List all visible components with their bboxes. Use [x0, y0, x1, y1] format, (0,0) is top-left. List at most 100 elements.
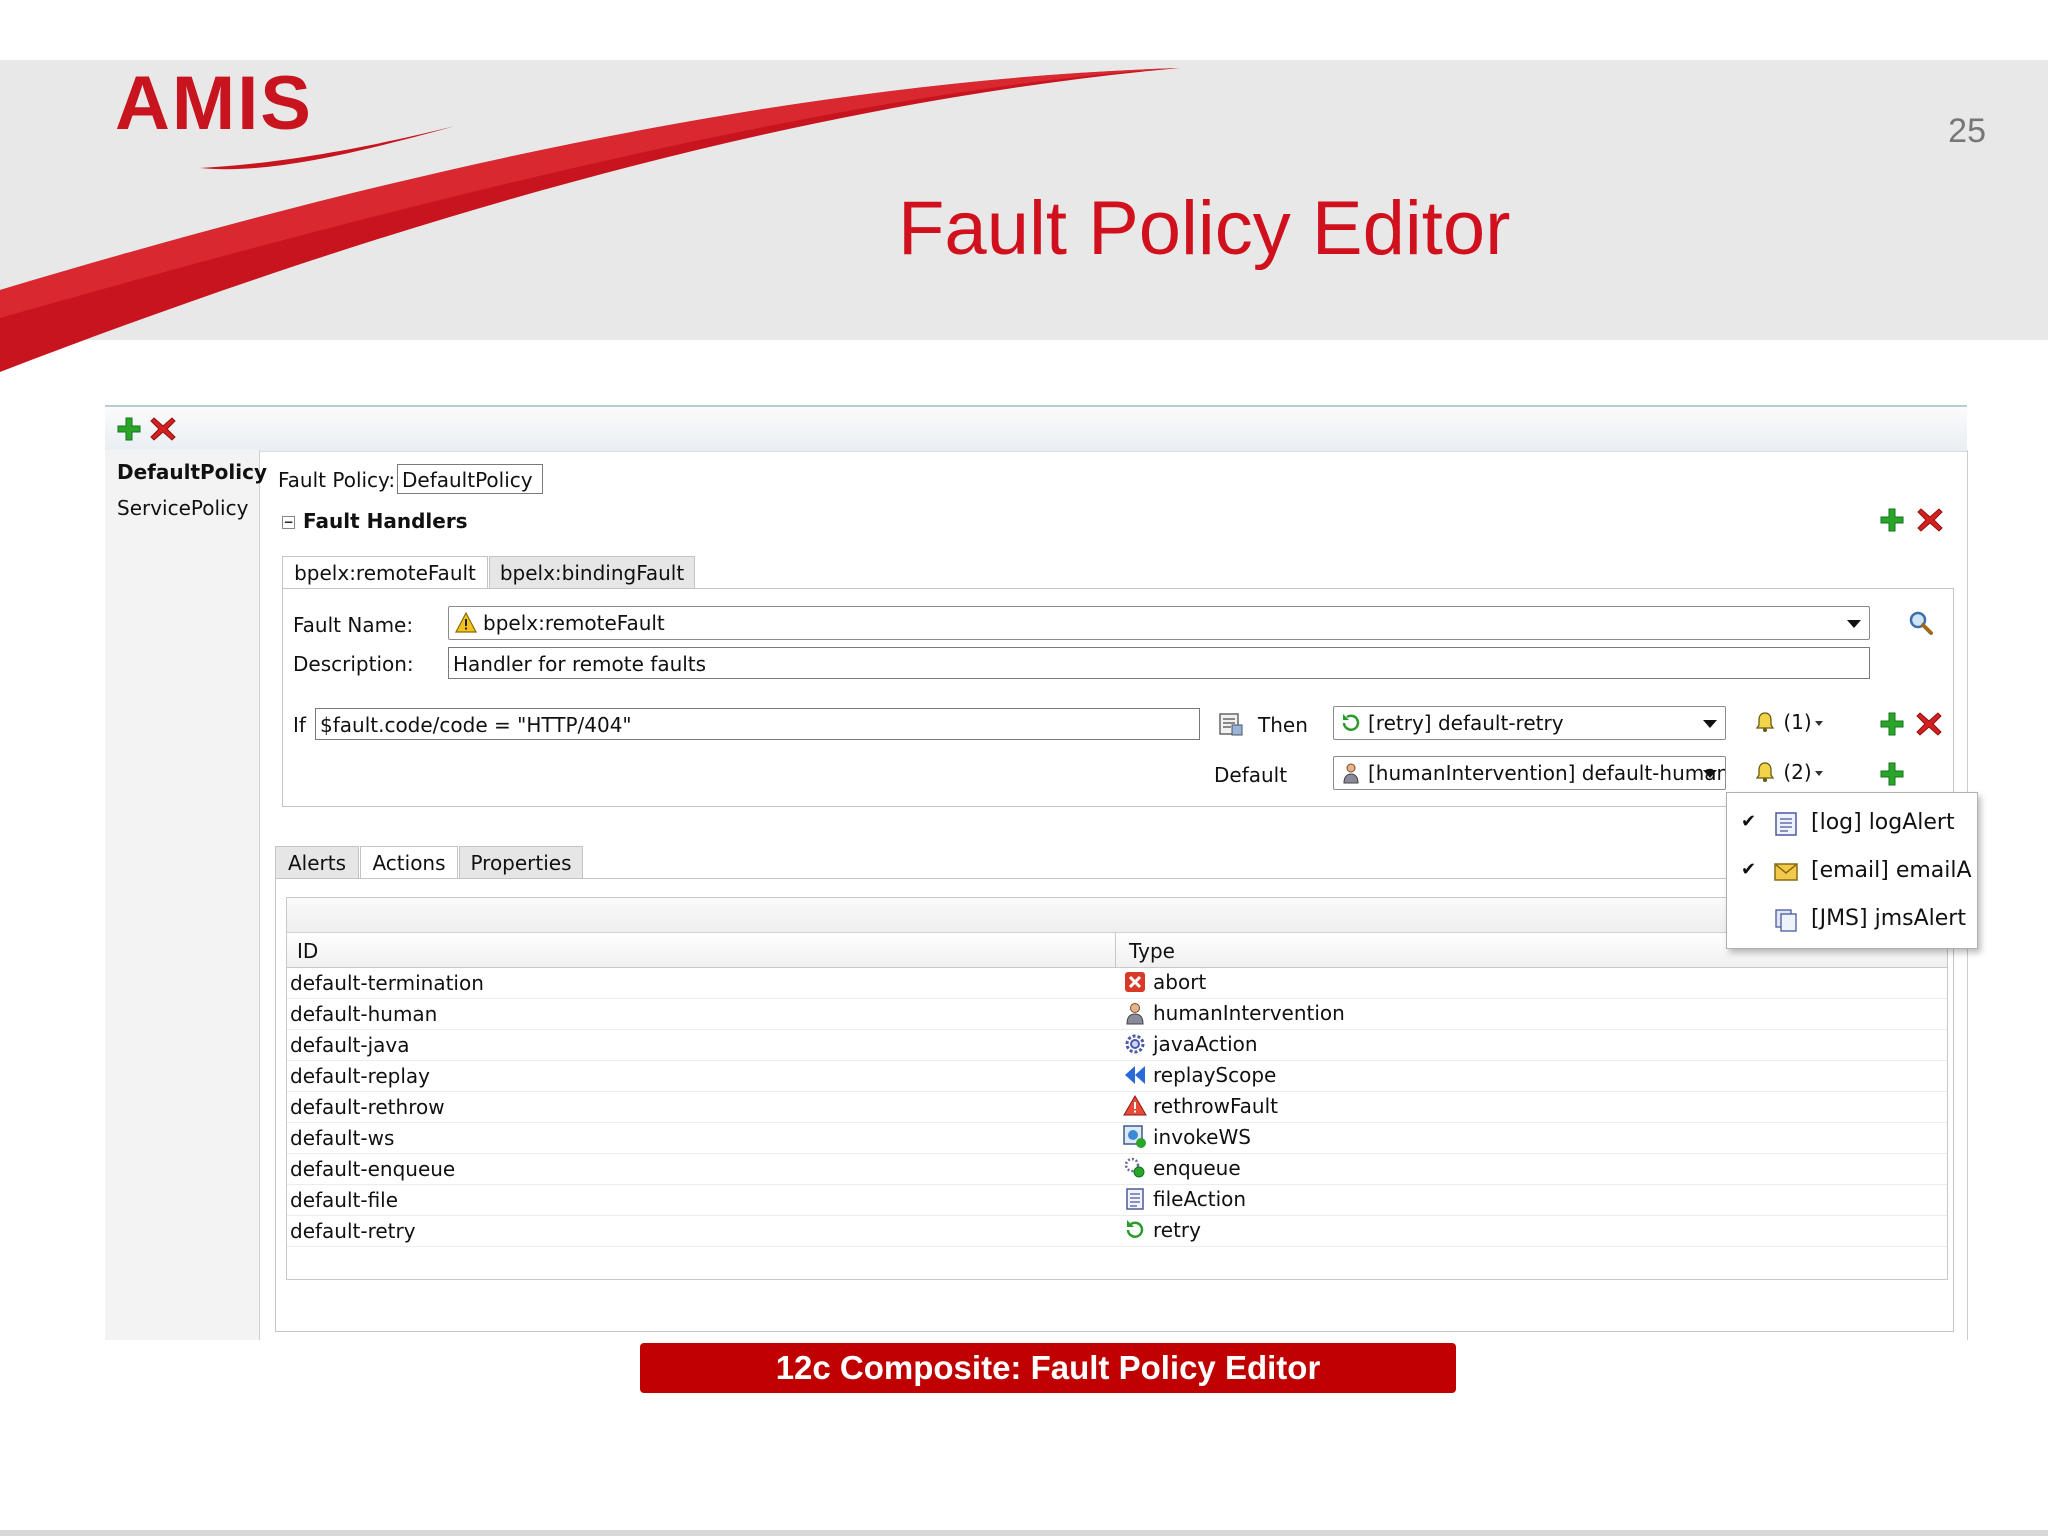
- delete-condition-icon[interactable]: [1915, 710, 1943, 738]
- menu-item-email-alert[interactable]: ✔ [email] emailA: [1727, 851, 1977, 895]
- delete-handler-icon[interactable]: [1916, 506, 1944, 534]
- action-id: default-file: [290, 1188, 399, 1212]
- email-icon: [1774, 863, 1798, 881]
- slide-bottom-edge: [0, 1530, 2048, 1536]
- action-id: default-replay: [290, 1064, 431, 1088]
- action-type: enqueue: [1153, 1156, 1241, 1180]
- alerts-dropdown-menu: ✔ [log] logAlert ✔ [email] emailA [JMS] …: [1726, 792, 1978, 949]
- webservice-icon: [1123, 1125, 1146, 1148]
- fault-policy-name-field[interactable]: DefaultPolicy: [397, 464, 543, 494]
- add-handler-icon[interactable]: [1878, 506, 1906, 534]
- column-header-id[interactable]: ID: [297, 939, 318, 963]
- action-id: default-termination: [290, 971, 484, 995]
- then-action-select[interactable]: [retry] default-retry: [1333, 706, 1726, 740]
- menu-item-label: [log] logAlert: [1811, 810, 1955, 835]
- then-label: Then: [1258, 713, 1308, 737]
- bell-icon: [1755, 712, 1775, 732]
- expression-builder-icon[interactable]: [1217, 710, 1245, 738]
- action-type: invokeWS: [1153, 1125, 1251, 1149]
- collapse-icon[interactable]: −: [282, 516, 295, 529]
- table-row[interactable]: default-rethrow rethrowFault: [287, 1092, 1947, 1123]
- search-icon[interactable]: [1907, 609, 1935, 637]
- fault-policy-name-label: Fault Policy:: [278, 468, 396, 492]
- action-type: retry: [1153, 1218, 1201, 1242]
- action-type: abort: [1153, 970, 1207, 994]
- description-field[interactable]: Handler for remote faults: [448, 647, 1870, 679]
- column-divider[interactable]: [1115, 933, 1116, 967]
- action-id: default-java: [290, 1033, 410, 1057]
- enqueue-icon: [1124, 1157, 1145, 1178]
- table-row[interactable]: default-ws invokeWS: [287, 1123, 1947, 1154]
- then-alerts-count: (1): [1783, 710, 1812, 734]
- check-icon: ✔: [1741, 811, 1757, 832]
- action-type: rethrowFault: [1153, 1094, 1278, 1118]
- chevron-down-icon[interactable]: [1703, 770, 1717, 778]
- handler-panel: Fault Name: bpelx:remoteFault Descriptio…: [282, 588, 1954, 807]
- chevron-down-icon[interactable]: [1703, 720, 1717, 728]
- actions-table: ID Type default-termination abort defaul…: [286, 897, 1948, 1280]
- fault-name-select[interactable]: bpelx:remoteFault: [448, 606, 1870, 640]
- chevron-down-icon[interactable]: [1847, 620, 1861, 628]
- fault-handlers-header[interactable]: − Fault Handlers: [282, 509, 468, 533]
- table-row[interactable]: default-replay replayScope: [287, 1061, 1947, 1092]
- gear-icon: [1125, 1034, 1145, 1054]
- table-row[interactable]: default-java javaAction: [287, 1030, 1947, 1061]
- table-row[interactable]: default-file fileAction: [287, 1185, 1947, 1216]
- table-row[interactable]: default-enqueue enqueue: [287, 1154, 1947, 1185]
- caret-down-icon: [1814, 771, 1823, 776]
- jms-icon: [1775, 909, 1797, 932]
- log-icon: [1775, 812, 1797, 836]
- action-id: default-ws: [290, 1126, 395, 1150]
- actions-panel: ID Type default-termination abort defaul…: [275, 878, 1954, 1332]
- column-header-type[interactable]: Type: [1129, 939, 1175, 963]
- human-icon: [1126, 1003, 1144, 1025]
- add-default-icon[interactable]: [1878, 760, 1906, 788]
- default-action-select[interactable]: [humanIntervention] default-human: [1333, 756, 1726, 790]
- slide-title: Fault Policy Editor: [898, 186, 1511, 271]
- then-action-value: [retry] default-retry: [1368, 711, 1564, 735]
- if-label: If: [293, 713, 306, 737]
- table-row[interactable]: default-retry retry: [287, 1216, 1947, 1247]
- table-toolbar: [287, 898, 1947, 933]
- description-label: Description:: [293, 652, 414, 676]
- retry-icon: [1126, 1220, 1144, 1238]
- tab-remote-fault[interactable]: bpelx:remoteFault: [282, 556, 488, 589]
- table-header: ID Type: [287, 933, 1947, 968]
- table-row[interactable]: default-human humanIntervention: [287, 999, 1947, 1030]
- default-alerts-count: (2): [1783, 760, 1812, 784]
- action-id: default-retry: [290, 1219, 416, 1243]
- default-action-value: [humanIntervention] default-human: [1368, 761, 1726, 785]
- fault-name-label: Fault Name:: [293, 613, 414, 637]
- file-icon: [1126, 1188, 1144, 1210]
- tab-actions[interactable]: Actions: [360, 846, 458, 879]
- then-alerts-button[interactable]: (1): [1753, 710, 1823, 738]
- slide-caption: 12c Composite: Fault Policy Editor: [640, 1343, 1456, 1393]
- default-alerts-button[interactable]: (2): [1753, 760, 1823, 788]
- rethrow-icon: [1123, 1095, 1147, 1116]
- action-type: javaAction: [1153, 1032, 1258, 1056]
- caret-down-icon: [1814, 721, 1823, 726]
- human-icon: [1343, 763, 1359, 784]
- tab-binding-fault[interactable]: bpelx:bindingFault: [489, 556, 695, 588]
- menu-item-label: [JMS] jmsAlert: [1811, 906, 1966, 931]
- fault-handlers-title: Fault Handlers: [303, 509, 468, 533]
- tab-properties[interactable]: Properties: [459, 846, 583, 878]
- menu-item-label: [email] emailA: [1811, 858, 1972, 883]
- condition-field[interactable]: $fault.code/code = "HTTP/404": [315, 708, 1200, 740]
- fault-name-value: bpelx:remoteFault: [483, 611, 665, 635]
- action-type: replayScope: [1153, 1063, 1277, 1087]
- replay-icon: [1125, 1066, 1145, 1084]
- default-label: Default: [1214, 763, 1288, 787]
- slide-number: 25: [1948, 112, 1986, 150]
- action-id: default-enqueue: [290, 1157, 456, 1181]
- abort-icon: [1125, 972, 1145, 992]
- add-condition-icon[interactable]: [1878, 710, 1906, 738]
- logo-swoosh: [200, 126, 455, 170]
- bell-icon: [1755, 762, 1775, 782]
- check-icon: ✔: [1741, 859, 1757, 880]
- table-row[interactable]: default-termination abort: [287, 968, 1947, 999]
- menu-item-jms-alert[interactable]: [JMS] jmsAlert: [1727, 899, 1977, 943]
- tab-alerts[interactable]: Alerts: [275, 846, 359, 878]
- retry-icon: [1342, 714, 1360, 731]
- menu-item-log-alert[interactable]: ✔ [log] logAlert: [1727, 803, 1977, 847]
